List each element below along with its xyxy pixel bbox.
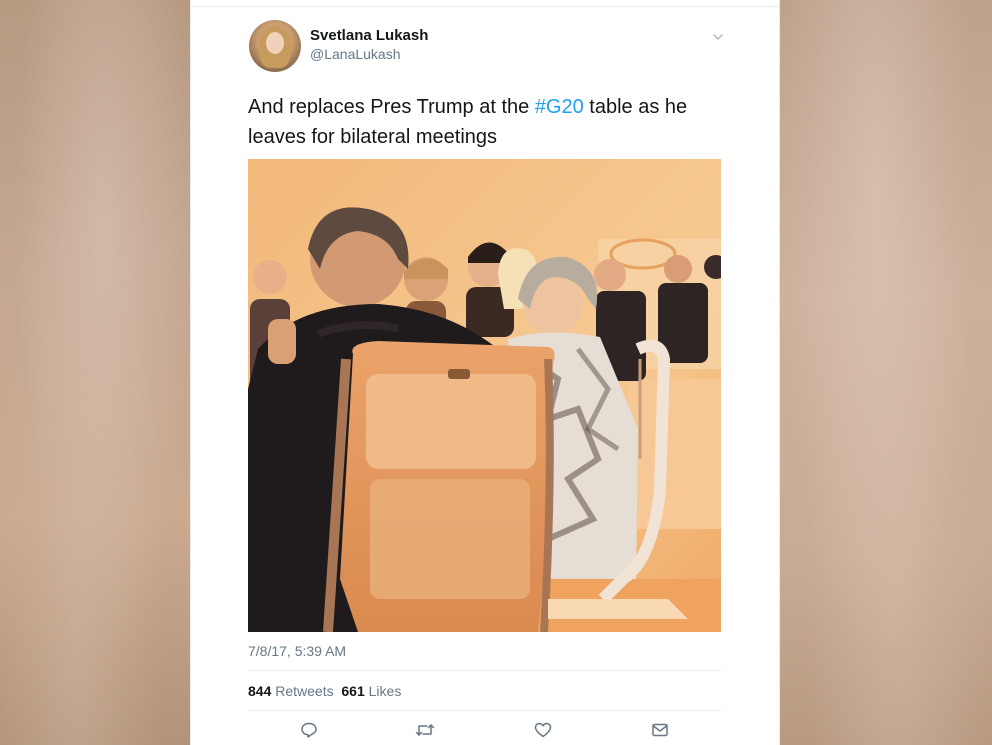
- divider: [248, 670, 721, 671]
- divider: [248, 710, 721, 711]
- retweets-count[interactable]: 844: [248, 683, 271, 699]
- likes-label[interactable]: Likes: [369, 683, 402, 699]
- envelope-icon: [652, 723, 668, 737]
- tweet-text-part: And replaces Pres Trump at the: [248, 96, 535, 118]
- tweet-actions: [248, 718, 721, 742]
- blurred-background-left: [0, 0, 190, 745]
- hashtag-link[interactable]: #G20: [535, 96, 584, 118]
- reply-button[interactable]: [297, 718, 321, 742]
- tweet-photo[interactable]: [248, 159, 721, 632]
- screen: Svetlana Lukash @LanaLukash And replaces…: [0, 0, 992, 745]
- retweet-icon: [415, 724, 435, 736]
- retweet-button[interactable]: [413, 718, 437, 742]
- blurred-background-right: [780, 0, 992, 745]
- heart-icon: [534, 722, 552, 738]
- tweet-timestamp[interactable]: 7/8/17, 5:39 AM: [248, 643, 346, 659]
- like-button[interactable]: [531, 718, 555, 742]
- likes-count[interactable]: 661: [341, 683, 364, 699]
- display-name[interactable]: Svetlana Lukash: [310, 27, 428, 44]
- user-handle[interactable]: @LanaLukash: [310, 46, 401, 62]
- chevron-down-icon[interactable]: [711, 30, 725, 44]
- tweet-card: Svetlana Lukash @LanaLukash And replaces…: [190, 0, 780, 745]
- meeting-photo: [248, 159, 721, 632]
- card-top-border: [191, 6, 779, 7]
- avatar[interactable]: [249, 20, 301, 72]
- tweet-text: And replaces Pres Trump at the #G20 tabl…: [248, 92, 728, 152]
- tweet-stats: 844 Retweets 661 Likes: [248, 683, 401, 699]
- reply-icon: [301, 722, 317, 738]
- retweets-label[interactable]: Retweets: [275, 683, 333, 699]
- direct-message-button[interactable]: [648, 718, 672, 742]
